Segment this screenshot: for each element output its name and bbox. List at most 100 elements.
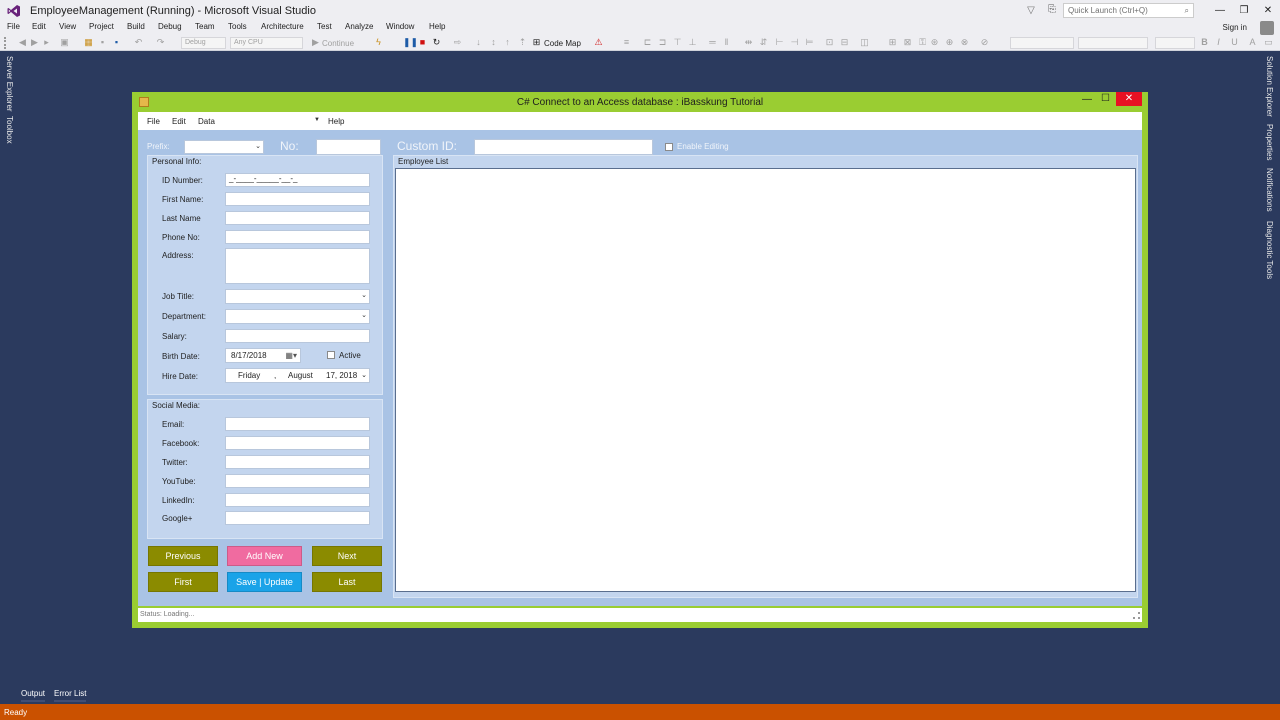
break-all-icon[interactable]: ❚❚ [403,38,418,47]
save-icon[interactable]: ▪ [98,38,107,47]
connect-icon[interactable]: ⊘ [980,38,989,47]
align-left-icon[interactable]: ⊏ [643,38,652,47]
align-right-icon[interactable]: ⊤ [673,38,682,47]
app-menu-data[interactable]: Data [198,117,215,126]
last-name-input[interactable] [225,211,370,225]
menu-window[interactable]: Window [386,22,414,31]
center-horizontally-icon[interactable]: ⊡ [825,38,834,47]
salary-input[interactable] [225,329,370,343]
tab-output[interactable]: Output [21,689,46,702]
open-file-icon[interactable]: ▦ [84,38,93,47]
app-menu-edit[interactable]: Edit [172,117,186,126]
snap-icon[interactable]: ⊕ [945,38,954,47]
menu-test[interactable]: Test [317,22,332,31]
sign-in-link[interactable]: Sign in [1223,23,1247,32]
employee-list-grid[interactable] [395,168,1136,592]
twitter-input[interactable] [225,455,370,469]
birth-date-picker[interactable]: 8/17/2018 ▦▾ [225,348,301,363]
menu-analyze[interactable]: Analyze [345,22,373,31]
comment-icon[interactable]: ≡ [622,38,631,47]
toolbar-grip[interactable] [4,37,10,49]
menu-tools[interactable]: Tools [228,22,247,31]
tab-solution-explorer[interactable]: Solution Explorer [1265,56,1274,117]
enable-editing-checkbox[interactable] [665,143,673,151]
back-icon[interactable]: ◀ [18,38,27,47]
hire-date-picker[interactable]: Friday , August 17, 2018 ⌄ [225,368,370,383]
restart-icon[interactable]: ↻ [432,38,441,47]
tab-server-explorer[interactable]: Server Explorer [5,56,14,112]
underline-icon[interactable]: U [1230,38,1239,47]
restore-button[interactable]: ❐ [1232,5,1256,16]
app-menu-help[interactable]: Help [328,117,344,126]
align-top-icon[interactable]: ⊥ [688,38,697,47]
font-size-select[interactable] [1078,37,1148,49]
app-maximize-button[interactable]: ☐ [1101,93,1110,104]
code-map-icon[interactable]: ⊞ [532,38,541,47]
quick-launch-input[interactable]: Quick Launch (Ctrl+Q) ⌕ [1063,3,1194,18]
job-title-select[interactable]: ⌄ [225,289,370,304]
address-input[interactable] [225,248,370,284]
tab-toolbox[interactable]: Toolbox [5,116,14,144]
continue-label[interactable]: Continue [322,39,354,48]
account-icon[interactable] [1260,21,1274,35]
app-title-bar[interactable]: C# Connect to an Access database : iBass… [132,92,1148,112]
step-out-icon[interactable]: ↑ [503,38,512,47]
decrease-spacing-icon[interactable]: ⊣ [790,38,799,47]
italic-icon[interactable]: I [1214,38,1223,47]
center-vertically-icon[interactable]: ⊟ [840,38,849,47]
show-next-statement-icon[interactable]: ⇨ [453,38,462,47]
resize-grip-icon[interactable] [1133,612,1140,619]
new-project-icon[interactable]: ▣ [60,38,69,47]
grid-icon[interactable]: ⊛ [930,38,939,47]
menu-help[interactable]: Help [429,22,445,31]
menu-team[interactable]: Team [195,22,215,31]
bold-icon[interactable]: B [1200,38,1209,47]
menu-debug[interactable]: Debug [158,22,182,31]
app-close-button[interactable]: ✕ [1116,92,1142,106]
send-back-icon[interactable]: ⊞ [888,38,897,47]
style-select[interactable] [1155,37,1195,49]
youtube-input[interactable] [225,474,370,488]
no-input[interactable] [316,139,381,155]
lock-controls-icon[interactable]: ⚿ [918,38,927,47]
step-over-icon[interactable]: ↕ [489,38,498,47]
fill-color-icon[interactable]: ▭ [1264,38,1273,47]
app-minimize-button[interactable]: — [1082,94,1092,105]
id-number-input[interactable]: _-____-_____-__-_ [225,173,370,187]
same-size-icon[interactable]: ═ [708,38,717,47]
app-menu-combo[interactable]: ▼ [222,114,322,128]
linkedin-input[interactable] [225,493,370,507]
continue-icon[interactable]: ▶ [311,38,320,47]
tab-order-icon[interactable]: ⊠ [903,38,912,47]
remove-spacing-icon[interactable]: ⊨ [805,38,814,47]
menu-file[interactable]: File [7,22,20,31]
prefix-select[interactable]: ⌄ [184,140,264,154]
stop-debugging-icon[interactable]: ■ [418,38,427,47]
text-color-icon[interactable]: A [1248,38,1257,47]
chevron-down-icon[interactable]: ⌄ [361,369,367,382]
menu-edit[interactable]: Edit [32,22,46,31]
spacing-icon[interactable]: ‖ [722,38,731,47]
align-center-icon[interactable]: ⊐ [658,38,667,47]
notifications-icon[interactable]: ⎘ [1045,4,1059,18]
menu-build[interactable]: Build [127,22,145,31]
save-all-icon[interactable]: ▪ [112,38,121,47]
previous-button[interactable]: Previous [148,546,218,566]
undo-icon[interactable]: ↶ [134,38,143,47]
active-checkbox[interactable] [327,351,335,359]
tab-notifications[interactable]: Notifications [1265,168,1274,212]
tab-diagnostic-tools[interactable]: Diagnostic Tools [1265,221,1274,279]
forward-icon[interactable]: ▶ [30,38,39,47]
next-button[interactable]: Next [312,546,382,566]
minimize-button[interactable]: — [1208,5,1232,16]
app-menu-file[interactable]: File [147,117,160,126]
menu-architecture[interactable]: Architecture [261,22,304,31]
feedback-filter-icon[interactable]: ▽ [1023,5,1039,16]
tab-properties[interactable]: Properties [1265,124,1274,160]
menu-view[interactable]: View [59,22,76,31]
forward-icon-2[interactable]: ▸ [42,38,51,47]
bring-front-icon[interactable]: ◫ [860,38,869,47]
font-name-select[interactable] [1010,37,1074,49]
vertical-spacing-icon[interactable]: ⇵ [759,38,768,47]
exception-settings-icon[interactable]: ⚠ [594,38,603,47]
